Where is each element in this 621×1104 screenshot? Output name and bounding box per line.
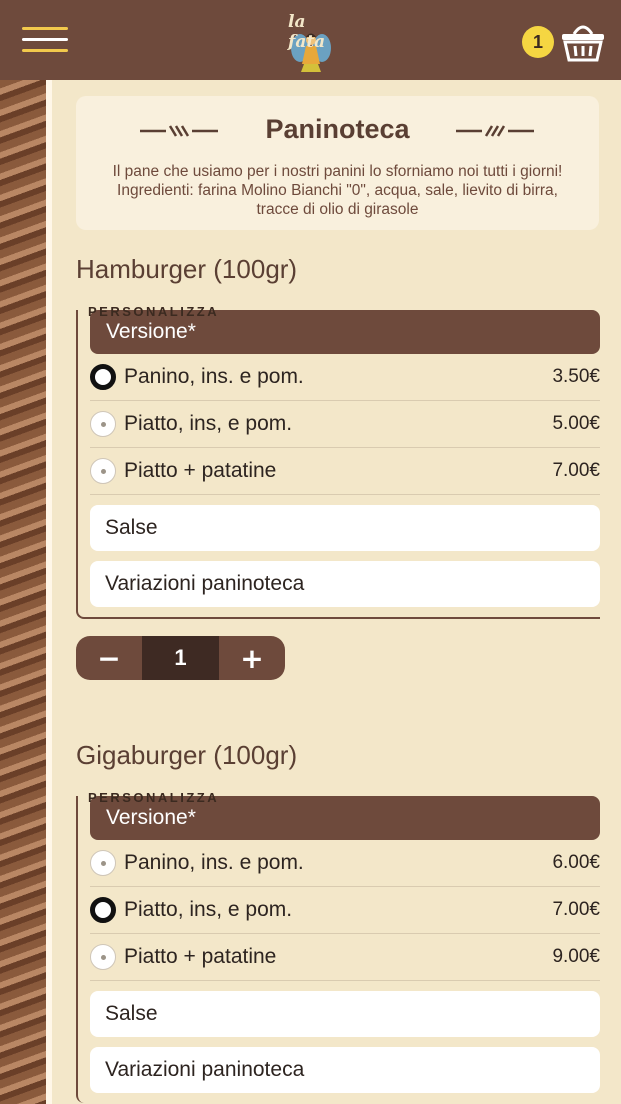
product-hamburger: Hamburger (100gr) PERSONALIZZA Versione*…	[76, 252, 600, 619]
cart-count-badge: 1	[522, 26, 554, 58]
option-row[interactable]: Piatto, ins, e pom. 7.00€	[90, 887, 600, 934]
option-price: 3.50€	[552, 366, 600, 387]
radio-unselected-icon[interactable]	[90, 458, 116, 484]
ornament-right-icon	[456, 125, 534, 137]
option-label: Piatto, ins, e pom.	[124, 412, 293, 435]
basket-icon[interactable]	[560, 20, 606, 64]
option-price: 5.00€	[552, 413, 600, 434]
logo[interactable]: la fata	[276, 8, 346, 76]
radio-selected-icon[interactable]	[90, 364, 116, 390]
increase-button[interactable]: +	[219, 636, 285, 680]
customize-panel: PERSONALIZZA Versione* Panino, ins. e po…	[76, 304, 600, 619]
quantity-stepper: − 1 +	[76, 636, 285, 680]
option-row[interactable]: Panino, ins. e pom. 3.50€	[90, 354, 600, 401]
variations-selector[interactable]: Variazioni paninoteca	[90, 561, 600, 607]
option-label: Panino, ins. e pom.	[124, 365, 304, 388]
sauces-selector[interactable]: Salse	[90, 991, 600, 1037]
option-label: Panino, ins. e pom.	[124, 851, 304, 874]
option-price: 6.00€	[552, 852, 600, 873]
product-gigaburger: Gigaburger (100gr) PERSONALIZZA Versione…	[76, 738, 600, 1103]
top-bar: la fata 1	[0, 0, 621, 80]
option-price: 9.00€	[552, 946, 600, 967]
radio-selected-icon[interactable]	[90, 897, 116, 923]
radio-unselected-icon[interactable]	[90, 944, 116, 970]
logo-text: la fata	[288, 12, 326, 52]
option-price: 7.00€	[552, 899, 600, 920]
decrease-button[interactable]: −	[76, 636, 142, 680]
option-label: Piatto + patatine	[124, 459, 277, 482]
quantity-value: 1	[142, 636, 219, 680]
sauces-selector[interactable]: Salse	[90, 505, 600, 551]
option-row[interactable]: Panino, ins. e pom. 6.00€	[90, 840, 600, 887]
option-row[interactable]: Piatto, ins, e pom. 5.00€	[90, 401, 600, 448]
category-intro-card: Paninoteca Il pane che usiamo per i nost…	[76, 96, 599, 230]
customize-label: PERSONALIZZA	[88, 790, 220, 805]
radio-unselected-icon[interactable]	[90, 411, 116, 437]
product-title: Hamburger (100gr)	[76, 254, 298, 284]
variations-selector[interactable]: Variazioni paninoteca	[90, 1047, 600, 1093]
rope-border	[0, 80, 52, 1104]
option-price: 7.00€	[552, 460, 600, 481]
option-row[interactable]: Piatto + patatine 7.00€	[90, 448, 600, 495]
category-description: Il pane che usiamo per i nostri panini l…	[112, 163, 563, 218]
option-label: Piatto, ins, e pom.	[124, 898, 293, 921]
customize-panel: PERSONALIZZA Versione* Panino, ins. e po…	[76, 790, 600, 1103]
customize-label: PERSONALIZZA	[88, 304, 220, 319]
option-label: Piatto + patatine	[124, 945, 277, 968]
option-row[interactable]: Piatto + patatine 9.00€	[90, 934, 600, 981]
product-title: Gigaburger (100gr)	[76, 740, 298, 770]
radio-unselected-icon[interactable]	[90, 850, 116, 876]
menu-icon[interactable]	[22, 27, 68, 57]
